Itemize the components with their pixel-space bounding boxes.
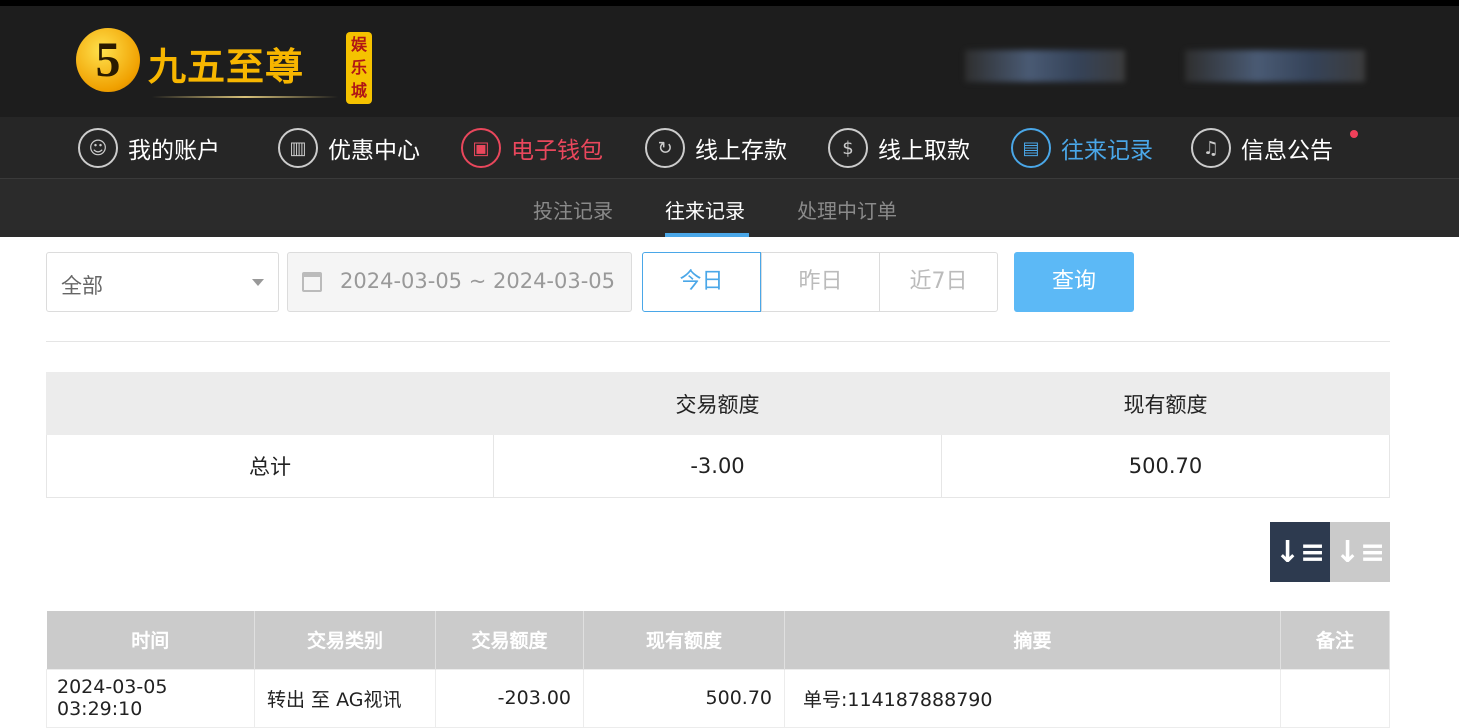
sort-desc-icon: ↓≡ [1274, 534, 1326, 570]
tab-pending-orders[interactable]: 处理中订单 [797, 195, 897, 224]
calendar-icon [302, 272, 322, 292]
chevron-down-icon [252, 279, 264, 292]
cell-balance: 500.70 [583, 668, 785, 728]
col-balance: 现有额度 [583, 611, 785, 669]
gift-icon: ▥ [278, 128, 318, 168]
summary-header: 现有额度 [941, 372, 1390, 435]
wallet-icon: ▣ [461, 128, 501, 168]
deposit-icon: ↻ [645, 128, 685, 168]
nav-label: 电子钱包 [511, 138, 603, 164]
search-button[interactable]: 查询 [1014, 252, 1134, 312]
col-summary: 摘要 [784, 611, 1281, 669]
cell-time: 2024-03-05 03:29:10 [46, 668, 255, 728]
summary-amount: -3.00 [493, 434, 942, 498]
nav-label: 信息公告 [1241, 138, 1333, 164]
logo-emblem: 5 [76, 28, 140, 92]
cell-amount: -203.00 [435, 668, 584, 728]
logo-name: 九五至尊 [148, 47, 305, 89]
date-range-input[interactable]: 2024-03-05 ~ 2024-03-05 [287, 252, 632, 312]
nav-label: 优惠中心 [328, 138, 420, 164]
summary-label: 总计 [46, 434, 494, 498]
nav-wallet[interactable]: ▣ 电子钱包 [461, 127, 603, 169]
table-row: 2024-03-05 03:29:10 转出 至 AG视讯 -203.00 50… [46, 668, 1390, 728]
sort-desc-button[interactable]: ↓≡ [1270, 522, 1330, 582]
nav-my-account[interactable]: ☺ 我的账户 [78, 127, 220, 169]
user-icon: ☺ [78, 128, 118, 168]
sub-nav: 投注记录 往来记录 处理中订单 [0, 179, 1459, 237]
cell-type: 转出 至 AG视讯 [254, 668, 436, 728]
type-select[interactable]: 全部 [46, 252, 279, 312]
logo-ornament [152, 96, 338, 98]
sort-asc-button[interactable]: ↓≡ [1330, 522, 1390, 582]
header-bar: 5 九五至尊 娱乐城 [0, 0, 1459, 117]
type-select-value: 全部 [61, 274, 103, 298]
last-7-days-button[interactable]: 近7日 [879, 252, 998, 312]
summary-table: 交易额度 现有额度 总计 -3.00 500.70 [46, 372, 1390, 498]
nav-label: 我的账户 [128, 138, 220, 164]
nav-promotions[interactable]: ▥ 优惠中心 [278, 127, 420, 169]
divider [46, 341, 1390, 342]
bell-icon: ♫ [1191, 128, 1231, 168]
summary-header [46, 372, 494, 435]
col-remark: 备注 [1280, 611, 1390, 669]
withdraw-icon: $ [828, 128, 868, 168]
nav-announcements[interactable]: ♫ 信息公告 [1191, 127, 1333, 169]
col-type: 交易类别 [254, 611, 436, 669]
summary-balance: 500.70 [941, 434, 1390, 498]
notification-dot [1350, 130, 1358, 138]
tab-transaction-records[interactable]: 往来记录 [665, 195, 745, 224]
table-header-row: 时间 交易类别 交易额度 现有额度 摘要 备注 [46, 611, 1390, 669]
yesterday-button[interactable]: 昨日 [761, 252, 880, 312]
records-icon: ▤ [1011, 128, 1051, 168]
today-button[interactable]: 今日 [642, 252, 761, 312]
main-nav: ☺ 我的账户 ▥ 优惠中心 ▣ 电子钱包 ↻ 线上存款 $ 线上取款 ▤ 往来记录 ♫ 信息公… [0, 117, 1459, 179]
nav-withdraw[interactable]: $ 线上取款 [828, 127, 970, 169]
records-table: 时间 交易类别 交易额度 现有额度 摘要 备注 2024-03-05 03:29… [46, 611, 1390, 728]
blurred-user-info [965, 50, 1125, 82]
active-tab-indicator [665, 233, 749, 237]
nav-label: 往来记录 [1061, 138, 1153, 164]
logo-badge: 娱乐城 [346, 32, 372, 104]
summary-header: 交易额度 [493, 372, 942, 435]
date-range-value: 2024-03-05 ~ 2024-03-05 [340, 269, 616, 293]
nav-label: 线上取款 [878, 138, 970, 164]
sort-asc-icon: ↓≡ [1334, 534, 1386, 570]
nav-records[interactable]: ▤ 往来记录 [1011, 127, 1153, 169]
logo[interactable]: 5 九五至尊 娱乐城 [76, 22, 376, 108]
tab-bet-records[interactable]: 投注记录 [533, 195, 613, 224]
nav-label: 线上存款 [695, 138, 787, 164]
blurred-balance-info [1185, 50, 1365, 82]
cell-summary: 单号:114187888790 [784, 668, 1281, 728]
col-amount: 交易额度 [435, 611, 584, 669]
col-time: 时间 [46, 611, 255, 669]
cell-remark [1280, 668, 1390, 728]
nav-deposit[interactable]: ↻ 线上存款 [645, 127, 787, 169]
